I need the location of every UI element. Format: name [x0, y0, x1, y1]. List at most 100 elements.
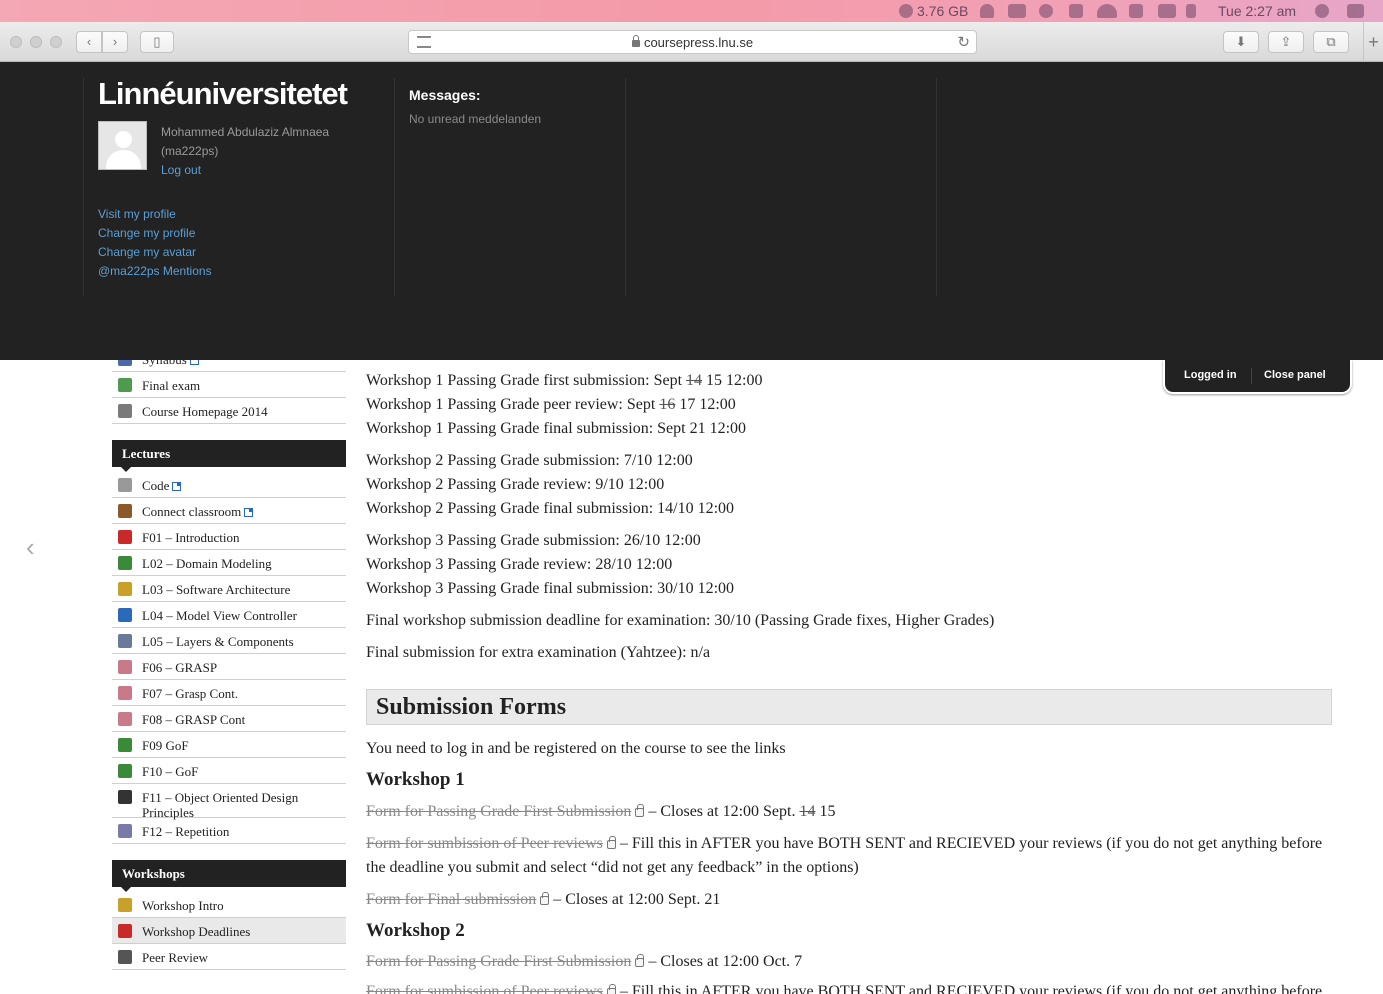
share-icon[interactable]: ⇪	[1268, 31, 1304, 53]
user-panel: Linnéuniversitetet Mohammed Abdulaziz Al…	[0, 62, 1383, 360]
external-link-icon	[172, 482, 182, 491]
form-row-continued: the deadline you submit and select “did …	[366, 859, 859, 876]
previous-page-arrow-icon[interactable]: ‹	[26, 532, 35, 563]
profile-links: Visit my profile Change my profile Chang…	[98, 205, 212, 281]
sidebar-item[interactable]: Workshop Intro	[112, 892, 346, 918]
sidebar-item[interactable]: Workshop Deadlines	[112, 918, 346, 944]
user-handle: (ma222ps)	[161, 144, 219, 158]
sidebar-item[interactable]: Course Homepage 2014	[112, 398, 346, 424]
ws2-peer-review-link[interactable]: Form for sumbission of Peer reviews	[366, 983, 603, 994]
avatar[interactable]	[98, 121, 147, 170]
deadline-line: Workshop 1 Passing Grade peer review: Se…	[366, 396, 736, 413]
diagram-icon	[118, 608, 132, 622]
show-tabs-icon[interactable]: ⧉	[1313, 31, 1349, 53]
memory-usage[interactable]: 3.76 GB	[917, 3, 968, 19]
final-workshop-deadline: Final workshop submission deadline for e…	[366, 612, 995, 629]
form-row: Form for Passing Grade First Submission –…	[366, 953, 803, 970]
lock-icon	[540, 892, 550, 905]
mentions-link[interactable]: @ma222ps Mentions	[98, 262, 212, 281]
ws2-first-submission-link[interactable]: Form for Passing Grade First Submission	[366, 953, 631, 970]
downloads-icon[interactable]: ⬇	[1223, 31, 1259, 53]
volume-icon[interactable]	[1186, 4, 1196, 18]
sidebar-item-label: F07 – Grasp Cont.	[142, 686, 239, 701]
reload-icon[interactable]: ↻	[957, 33, 970, 51]
spotlight-search-icon[interactable]	[1315, 4, 1329, 18]
sidebar-item-label: F11 – Object Oriented Design Principles	[142, 790, 299, 820]
minimize-window-button[interactable]	[30, 36, 42, 48]
layers-icon	[118, 634, 132, 648]
lock-icon	[635, 954, 645, 967]
form-row: Form for sumbission of Peer reviews – Fil…	[366, 982, 1322, 994]
lock-icon	[606, 984, 616, 994]
sidebar-section-title: Lectures	[122, 446, 171, 461]
sidebar-item[interactable]: F09 GoF	[112, 732, 346, 758]
final-extra-deadline: Final submission for extra examination (…	[366, 644, 711, 661]
sidebar-item[interactable]: F01 – Introduction	[112, 524, 346, 550]
memory-monitor-icon[interactable]	[899, 4, 913, 18]
sidebar-item[interactable]: F11 – Object Oriented Design Principles	[112, 784, 346, 820]
eject-icon[interactable]	[1129, 4, 1143, 18]
logout-link[interactable]: Log out	[161, 161, 381, 180]
ws1-peer-review-link[interactable]: Form for sumbission of Peer reviews	[366, 835, 603, 852]
sidebar-item[interactable]: Final exam	[112, 372, 346, 398]
sidebar-item[interactable]: L05 – Layers & Components	[112, 628, 346, 654]
puzzle-icon	[118, 556, 132, 570]
sidebar-item[interactable]: F07 – Grasp Cont.	[112, 680, 346, 706]
university-logo[interactable]: Linnéuniversitetet	[98, 76, 348, 112]
connect-icon	[118, 504, 132, 518]
sidebar-item[interactable]: L02 – Domain Modeling	[112, 550, 346, 576]
puzzle-icon	[118, 764, 132, 778]
visit-profile-link[interactable]: Visit my profile	[98, 205, 212, 224]
address-bar[interactable]: coursepress.lnu.se ↻	[408, 30, 977, 54]
quiz-icon	[118, 378, 132, 392]
wifi-icon[interactable]	[1097, 4, 1117, 18]
lock-icon	[606, 836, 616, 849]
forward-button[interactable]: ›	[102, 31, 128, 53]
sidebar-item[interactable]: L04 – Model View Controller	[112, 602, 346, 628]
sidebar-section-title: Workshops	[122, 866, 185, 881]
sidebar-item[interactable]: Connect classroom	[112, 498, 346, 524]
ws1-first-submission-link[interactable]: Form for Passing Grade First Submission	[366, 803, 631, 820]
time-machine-icon[interactable]	[1039, 4, 1053, 18]
change-avatar-link[interactable]: Change my avatar	[98, 243, 212, 262]
sidebar-toggle-icon[interactable]: ▯	[140, 31, 174, 53]
workshop-2-heading: Workshop 2	[366, 920, 465, 941]
change-profile-link[interactable]: Change my profile	[98, 224, 212, 243]
sidebar-item[interactable]: F10 – GoF	[112, 758, 346, 784]
back-button[interactable]: ‹	[76, 31, 102, 53]
airplay-icon[interactable]	[1008, 4, 1026, 18]
tab-separator	[1251, 368, 1252, 384]
sidebar-item[interactable]: L03 – Software Architecture	[112, 576, 346, 602]
logged-in-label: Logged in	[1184, 369, 1237, 381]
close-panel-button[interactable]: Close panel	[1264, 369, 1326, 381]
close-window-button[interactable]	[10, 36, 22, 48]
messages-status: No unread meddelanden	[409, 112, 542, 126]
sidebar-item[interactable]: Code	[112, 472, 346, 498]
sidebar-item[interactable]: F06 – GRASP	[112, 654, 346, 680]
battery-icon[interactable]	[1158, 4, 1176, 18]
ws1-final-submission-link[interactable]: Form for Final submission	[366, 891, 536, 908]
url-text: coursepress.lnu.se	[643, 35, 754, 50]
sidebar-item[interactable]: F12 – Repetition	[112, 818, 346, 844]
deadline-line: Workshop 3 Passing Grade final submissio…	[366, 580, 735, 597]
user-name: Mohammed Abdulaziz Almnaea	[161, 125, 330, 139]
sidebar-item-label: F10 – GoF	[142, 764, 199, 779]
clock[interactable]: Tue 2:27 am	[1218, 3, 1296, 19]
new-tab-button[interactable]: +	[1363, 22, 1383, 62]
section-title: Submission Forms	[376, 694, 567, 720]
lock-icon	[631, 35, 640, 47]
puzzle-icon	[118, 738, 132, 752]
sidebar-item-label: Course Homepage 2014	[142, 404, 268, 419]
person-icon	[118, 898, 132, 912]
form-row: Form for sumbission of Peer reviews – Fil…	[366, 835, 1323, 852]
bluetooth-icon[interactable]	[1069, 4, 1083, 18]
sidebar-item[interactable]: F08 – GRASP Cont	[112, 706, 346, 732]
panel-divider	[625, 78, 626, 296]
notification-bell-icon[interactable]	[980, 4, 994, 18]
sidebar-item-label: L02 – Domain Modeling	[142, 556, 272, 571]
avatar-body	[106, 150, 141, 169]
browser-toolbar: ‹ › ▯ coursepress.lnu.se ↻ ⬇ ⇪ ⧉ +	[0, 22, 1383, 62]
zoom-window-button[interactable]	[50, 36, 62, 48]
notification-center-icon[interactable]	[1347, 4, 1364, 18]
sidebar-item[interactable]: Peer Review	[112, 944, 346, 970]
